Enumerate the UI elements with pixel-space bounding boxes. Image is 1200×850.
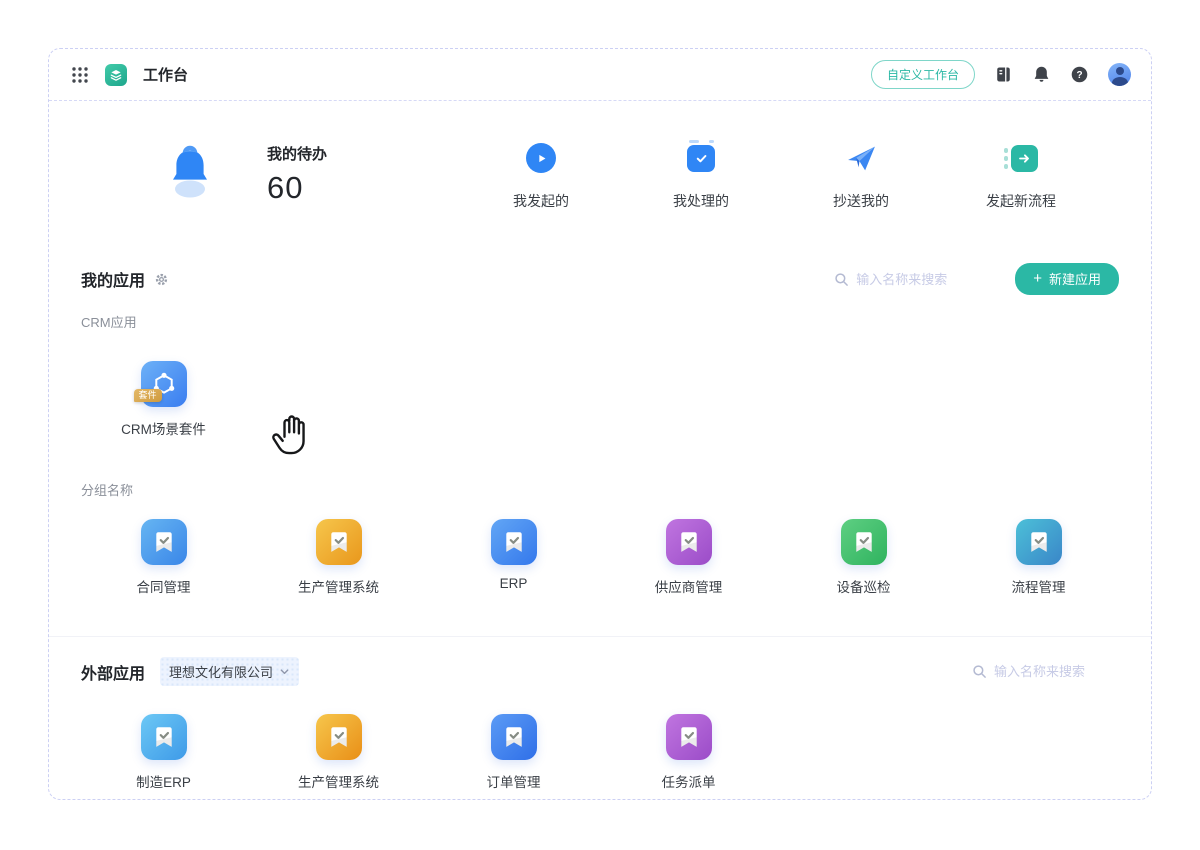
shortcut-label: 抄送我的 xyxy=(833,193,889,209)
app-label: 设备巡检 xyxy=(836,580,891,595)
shortcut-initiated-by-me[interactable]: 我发起的 xyxy=(461,141,621,211)
external-apps-section: 外部应用 理想文化有限公司 制造ERP xyxy=(49,657,1151,791)
section-divider xyxy=(49,636,1151,637)
app-label: 订单管理 xyxy=(486,775,541,790)
shortcut-handled-by-me[interactable]: 我处理的 xyxy=(621,139,781,211)
search-icon xyxy=(973,665,986,678)
app-tile[interactable]: 流程管理 xyxy=(951,519,1126,596)
svg-text:?: ? xyxy=(1076,70,1082,81)
bookmark-check-icon xyxy=(840,519,887,565)
play-circle-icon xyxy=(526,143,556,173)
app-tile[interactable]: 设备巡检 xyxy=(776,519,951,596)
bookmark-check-icon xyxy=(665,519,712,565)
user-avatar[interactable] xyxy=(1108,63,1131,86)
bookmark-check-icon xyxy=(1015,519,1062,565)
company-name: 理想文化有限公司 xyxy=(169,665,274,680)
shortcuts: 我发起的 我处理的 抄送我的 发起新流程 xyxy=(461,139,1101,211)
my-apps-title: 我的应用 xyxy=(81,273,146,290)
external-apps-header: 外部应用 理想文化有限公司 xyxy=(49,657,1151,686)
app-label: 生产管理系统 xyxy=(298,775,379,790)
shortcut-label: 我处理的 xyxy=(673,193,729,209)
group-label-crm: CRM应用 xyxy=(81,315,137,330)
checkbox-check-icon xyxy=(687,139,715,172)
app-grid-icon[interactable] xyxy=(71,66,89,84)
app-label: 流程管理 xyxy=(1011,580,1066,595)
shortcut-label: 发起新流程 xyxy=(986,193,1056,209)
app-tile[interactable]: 制造ERP xyxy=(76,714,251,791)
todo-bell-illustration xyxy=(173,145,207,198)
external-apps-row: 制造ERP 生产管理系统 订单管理 任务派单 xyxy=(49,714,1151,791)
bookmark-check-icon xyxy=(140,714,187,760)
app-tile[interactable]: 生产管理系统 xyxy=(251,714,426,791)
page-title: 工作台 xyxy=(143,67,189,84)
app-tile[interactable]: 订单管理 xyxy=(426,714,601,791)
app-tile-crm-suite[interactable]: 套件 CRM场景套件 xyxy=(76,361,251,438)
topbar-right: 自定义工作台 ? xyxy=(870,60,1131,89)
app-tile[interactable]: 合同管理 xyxy=(76,519,251,596)
bookmark-check-icon xyxy=(315,714,362,760)
todo-summary-section: 我的待办 60 我发起的 我处理的 抄送我的 发起新流程 xyxy=(49,101,1151,211)
shortcut-start-new-flow[interactable]: 发起新流程 xyxy=(941,141,1101,211)
app-tile[interactable]: 生产管理系统 xyxy=(251,519,426,596)
my-apps-header-right: + 新建应用 xyxy=(834,263,1119,295)
my-apps-row: 合同管理 生产管理系统 ERP 供应商管理 设备巡检 流程管理 xyxy=(49,519,1151,596)
customize-workbench-button[interactable]: 自定义工作台 xyxy=(870,60,975,89)
company-selector[interactable]: 理想文化有限公司 xyxy=(160,657,300,686)
plus-icon: + xyxy=(1033,269,1042,287)
my-apps-header: 我的应用 + 新建应用 xyxy=(49,263,1151,295)
app-label: 合同管理 xyxy=(136,580,191,595)
bookmark-check-icon xyxy=(665,714,712,760)
hand-cursor xyxy=(272,415,305,455)
shortcut-cc-to-me[interactable]: 抄送我的 xyxy=(781,141,941,211)
my-apps-search xyxy=(834,271,982,287)
external-apps-header-right xyxy=(972,664,1119,679)
external-apps-search-input[interactable] xyxy=(994,664,1119,679)
app-label: ERP xyxy=(499,576,528,591)
app-label: 制造ERP xyxy=(136,775,191,790)
app-label: CRM场景套件 xyxy=(121,422,206,437)
app-tile[interactable]: ERP xyxy=(426,519,601,596)
bookmark-check-icon xyxy=(490,714,537,760)
new-app-button[interactable]: + 新建应用 xyxy=(1015,263,1119,295)
hexagon-network-icon: 套件 xyxy=(133,361,187,407)
help-icon[interactable]: ? xyxy=(1070,65,1089,84)
notification-bell-icon[interactable] xyxy=(1032,65,1051,84)
app-label: 供应商管理 xyxy=(654,580,723,595)
paper-plane-icon xyxy=(847,146,875,170)
my-apps-section: 我的应用 + 新建应用 CRM应用 xyxy=(49,263,1151,596)
bookmark-check-icon xyxy=(140,519,187,565)
bookmark-check-icon xyxy=(315,519,362,565)
group-label-generic: 分组名称 xyxy=(81,483,134,498)
workbench-window: 工作台 自定义工作台 ? 我的待办 60 我发起的 我处理的 抄送我的 发起新流… xyxy=(48,48,1152,800)
suite-badge: 套件 xyxy=(133,389,162,402)
app-tile[interactable]: 任务派单 xyxy=(601,714,776,791)
topbar-left: 工作台 xyxy=(71,63,189,86)
topbar: 工作台 自定义工作台 ? xyxy=(49,49,1151,101)
workbench-logo-icon xyxy=(105,63,127,86)
app-tile[interactable]: 供应商管理 xyxy=(601,519,776,596)
search-icon xyxy=(835,272,849,286)
bookmark-check-icon xyxy=(490,519,537,565)
external-apps-search xyxy=(972,664,1119,679)
shortcut-label: 我发起的 xyxy=(513,193,569,209)
new-app-button-label: 新建应用 xyxy=(1048,272,1101,287)
my-apps-search-input[interactable] xyxy=(856,271,982,287)
start-flow-icon xyxy=(1004,144,1038,172)
todo-count: 60 xyxy=(267,170,304,205)
app-label: 生产管理系统 xyxy=(298,580,379,595)
chevron-down-icon xyxy=(280,669,289,675)
manual-book-icon[interactable] xyxy=(994,65,1013,84)
app-label: 任务派单 xyxy=(661,775,716,790)
settings-gear-icon[interactable] xyxy=(154,272,169,287)
crm-apps-row: 套件 CRM场景套件 xyxy=(49,361,1151,438)
todo-label: 我的待办 xyxy=(267,146,328,163)
todo-block[interactable]: 我的待办 60 xyxy=(267,143,327,206)
external-apps-title: 外部应用 xyxy=(81,665,146,683)
